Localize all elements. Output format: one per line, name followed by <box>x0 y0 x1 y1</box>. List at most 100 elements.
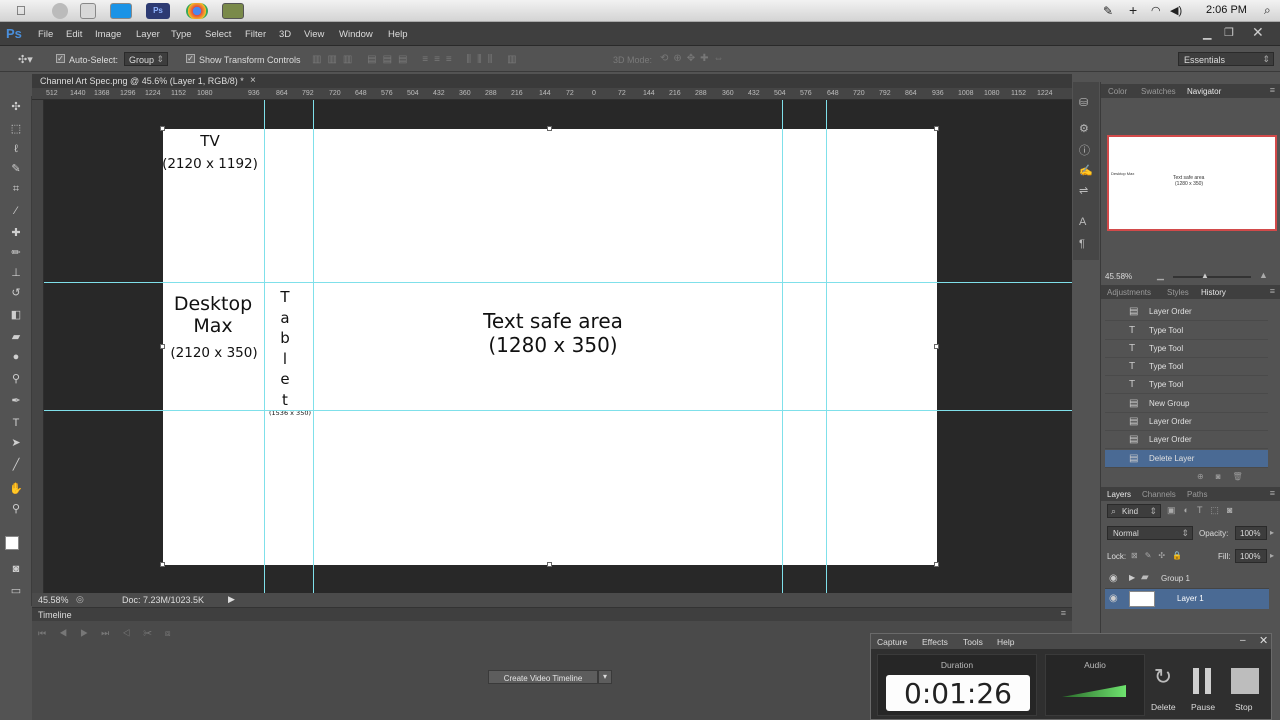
plus-icon[interactable]: + <box>1129 2 1137 18</box>
tab-styles[interactable]: Styles <box>1167 288 1189 297</box>
type-tool-icon[interactable]: T <box>8 416 24 430</box>
volume-icon[interactable]: ◀) <box>1170 4 1182 17</box>
brush-tool-icon[interactable]: ✏ <box>8 246 24 260</box>
transform-handle[interactable] <box>160 562 165 567</box>
vertical-ruler[interactable] <box>32 100 44 593</box>
panel-menu-icon[interactable]: ≡ <box>1270 85 1275 95</box>
menu-select[interactable]: Select <box>205 29 231 40</box>
adjust-panel-icon[interactable]: ⇌ <box>1079 184 1088 197</box>
layer-name[interactable]: Layer 1 <box>1177 594 1204 603</box>
apple-logo-icon[interactable]:  <box>16 3 26 18</box>
lasso-tool-icon[interactable]: ℓ <box>8 142 24 156</box>
eye-icon[interactable]: ◉ <box>1109 573 1118 584</box>
workspace-dropdown[interactable]: Essentials ⇕ <box>1178 52 1274 66</box>
quick-select-tool-icon[interactable]: ✎ <box>8 162 24 176</box>
layer-row-selected[interactable]: ◉ Layer 1 <box>1105 589 1269 609</box>
history-item[interactable]: ▤ Layer Order <box>1105 413 1268 431</box>
hand-tool-icon[interactable]: ✋ <box>8 482 24 496</box>
navigator-thumbnail[interactable]: Desktop Max Text safe area (1280 x 350) <box>1107 135 1277 231</box>
lock-icons[interactable]: ⊠✎✣🔒 <box>1131 551 1201 561</box>
blend-mode-dropdown[interactable]: Normal ⇕ <box>1107 526 1193 540</box>
transform-handle[interactable] <box>160 344 165 349</box>
auto-select-checkbox[interactable]: ✓ <box>56 54 65 63</box>
history-item[interactable]: T Type Tool <box>1105 340 1268 358</box>
panel-menu-icon[interactable]: ≡ <box>1061 608 1066 618</box>
chevron-down-icon[interactable]: ▾ <box>598 670 612 684</box>
notes-icon[interactable]: ✎ <box>1103 4 1113 18</box>
guide-vertical[interactable] <box>826 100 827 593</box>
capture-menu-effects[interactable]: Effects <box>922 637 948 647</box>
menu-type[interactable]: Type <box>171 29 192 40</box>
dodge-tool-icon[interactable]: ⚲ <box>8 372 24 386</box>
zoom-out-icon[interactable]: ▁ <box>1157 270 1164 281</box>
tab-color[interactable]: Color <box>1108 87 1127 96</box>
crop-tool-icon[interactable]: ⌗ <box>8 182 24 196</box>
pen-tool-icon[interactable]: ✒ <box>8 394 24 408</box>
3d-mode-icons[interactable]: ⟲⊕✥✚⇔ <box>660 53 780 65</box>
preview-app-icon[interactable] <box>80 3 96 19</box>
panel-menu-icon[interactable]: ≡ <box>1270 488 1275 498</box>
transform-handle[interactable] <box>547 126 552 131</box>
quick-mask-icon[interactable]: ◙ <box>8 562 24 576</box>
zoom-in-icon[interactable]: ▲ <box>1259 270 1268 280</box>
transform-handle[interactable] <box>160 126 165 131</box>
history-item-selected[interactable]: ▤ Delete Layer <box>1105 450 1268 468</box>
history-panel-icon[interactable]: ⛁ <box>1079 96 1088 109</box>
history-item[interactable]: ▤ Layer Order <box>1105 303 1268 321</box>
transform-handle[interactable] <box>934 562 939 567</box>
history-item[interactable]: T Type Tool <box>1105 322 1268 340</box>
panel-menu-icon[interactable]: ≡ <box>1270 286 1275 296</box>
tab-history[interactable]: History <box>1201 288 1226 297</box>
tab-channels[interactable]: Channels <box>1142 490 1176 499</box>
marquee-tool-icon[interactable]: ⬚ <box>8 122 24 136</box>
history-item[interactable]: T Type Tool <box>1105 358 1268 376</box>
healing-tool-icon[interactable]: ✚ <box>8 226 24 240</box>
kind-filter-dropdown[interactable]: ⌕ Kind ⇕ <box>1107 504 1161 518</box>
skype-app-icon[interactable] <box>110 3 132 19</box>
show-transform-checkbox[interactable]: ✓ <box>186 54 195 63</box>
document-tab[interactable]: Channel Art Spec.png @ 45.6% (Layer 1, R… <box>40 76 244 86</box>
play-arrow-icon[interactable]: ▶ <box>228 594 235 605</box>
zoom-level[interactable]: 45.58% <box>38 595 69 605</box>
minimize-icon[interactable]: ▁ <box>1203 27 1211 40</box>
stop-icon[interactable] <box>1231 668 1259 694</box>
tab-adjustments[interactable]: Adjustments <box>1107 288 1151 297</box>
pause-icon[interactable] <box>1193 668 1199 694</box>
menu-file[interactable]: File <box>38 29 53 40</box>
search-icon[interactable]: ⌕ <box>1264 3 1271 18</box>
eye-icon[interactable]: ◉ <box>1109 593 1118 604</box>
delete-label[interactable]: Delete <box>1151 702 1176 712</box>
menu-filter[interactable]: Filter <box>245 29 266 40</box>
delete-icon[interactable]: ↻ <box>1149 664 1177 694</box>
restore-icon[interactable]: ❐ <box>1224 26 1234 39</box>
transform-handle[interactable] <box>934 344 939 349</box>
move-tool-icon[interactable]: ✣▾ <box>18 53 33 66</box>
timeline-controls[interactable]: ⏮◀▶⏭◁✂⧈ <box>38 628 208 642</box>
document-canvas[interactable]: TV (2120 x 1192) Desktop Max (2120 x 350… <box>160 126 939 567</box>
menu-window[interactable]: Window <box>339 29 373 40</box>
capture-menu-capture[interactable]: Capture <box>877 637 907 647</box>
gradient-tool-icon[interactable]: ▰ <box>8 330 24 344</box>
menu-help[interactable]: Help <box>388 29 408 40</box>
close-icon[interactable]: ✕ <box>1259 634 1268 647</box>
guide-horizontal[interactable] <box>44 410 1072 411</box>
transform-handle[interactable] <box>934 126 939 131</box>
wifi-icon[interactable]: ◠ <box>1151 4 1161 17</box>
tab-swatches[interactable]: Swatches <box>1141 87 1176 96</box>
zoom-tool-icon[interactable]: ⚲ <box>8 502 24 516</box>
pause-label[interactable]: Pause <box>1191 702 1215 712</box>
menu-3d[interactable]: 3D <box>279 29 291 40</box>
audio-level-meter[interactable] <box>1062 685 1126 697</box>
close-window-icon[interactable]: ✕ <box>1252 24 1264 41</box>
layer-filter-icons[interactable]: ▣◐T⬚◙ <box>1167 505 1275 517</box>
auto-select-dropdown[interactable]: Group ⇕ <box>124 52 168 66</box>
stamp-tool-icon[interactable]: ⊥ <box>8 266 24 280</box>
move-tool-icon[interactable]: ✣ <box>8 100 24 114</box>
close-tab-icon[interactable]: × <box>250 75 256 86</box>
navigator-zoom[interactable]: 45.58% <box>1105 272 1132 281</box>
character-panel-icon[interactable]: A <box>1079 216 1086 228</box>
align-icons[interactable]: ▥▥▥ ▤▤▤ ≡≡≡ ⫼⫼⫼ ▥ <box>312 54 602 65</box>
tab-paths[interactable]: Paths <box>1187 490 1207 499</box>
clock-time[interactable]: 2:06 PM <box>1206 4 1247 16</box>
tab-layers[interactable]: Layers <box>1107 490 1131 499</box>
